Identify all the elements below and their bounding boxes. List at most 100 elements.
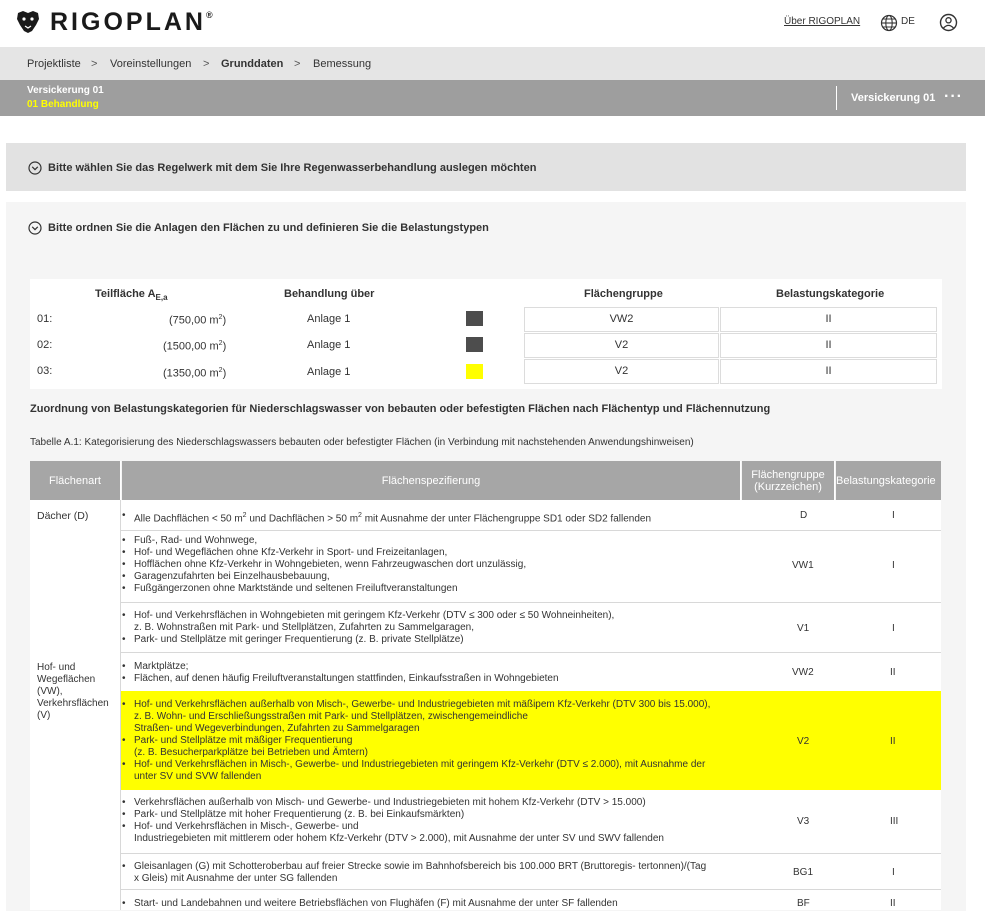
list-item: Fußgängerzonen ohne Marktstände und selt… bbox=[122, 583, 742, 595]
flaechenart-label: Dächer (D) bbox=[37, 510, 89, 522]
anlage-label[interactable]: Anlage 1 bbox=[307, 366, 350, 378]
app-header: RIGOPLAN® Über RIGOPLAN DE bbox=[0, 0, 985, 47]
list-item: Hof- und Verkehrsflächen in Wohngebieten… bbox=[122, 610, 742, 622]
list-item: Hof- und Verkehrsflächen außerhalb von M… bbox=[122, 699, 742, 711]
collapse-chevron-icon[interactable] bbox=[28, 161, 42, 175]
row-number: 03: bbox=[37, 365, 53, 377]
breadcrumb-projektliste[interactable]: Projektliste bbox=[27, 58, 81, 70]
gruppe-cell: V2 bbox=[797, 736, 810, 747]
kategorie-cell: I bbox=[892, 867, 895, 878]
list-item: Industriegebieten mit mittlerem oder hoh… bbox=[134, 833, 664, 844]
brand-logo[interactable]: RIGOPLAN® bbox=[50, 8, 213, 37]
gruppe-cell: VW2 bbox=[792, 667, 814, 678]
list-item: Hofflächen ohne Kfz-Verkehr in Wohngebie… bbox=[122, 559, 742, 571]
project-title-bar: Versickerung 01 01 Behandlung Versickeru… bbox=[0, 80, 985, 116]
column-header-belastungskategorie: Belastungskategorie bbox=[776, 288, 885, 300]
column-header-teilflaeche: Teilfläche AE,a bbox=[95, 288, 168, 303]
flaechengruppe-field[interactable]: VW2 bbox=[524, 307, 719, 332]
row-number: 02: bbox=[37, 339, 53, 351]
kategorie-cell: II bbox=[890, 898, 896, 909]
list-item: Hof- und Wegeflächen ohne Kfz-Verkehr in… bbox=[122, 547, 742, 559]
row-divider bbox=[121, 853, 941, 854]
list-item: z. B. Wohn- und Erschließungsstraßen mit… bbox=[134, 711, 528, 722]
kategorie-cell: I bbox=[892, 623, 895, 634]
belastungskategorie-field[interactable]: II bbox=[720, 359, 937, 384]
column-header-spezifizierung: Flächenspezifierung bbox=[122, 461, 740, 500]
title-divider bbox=[836, 86, 837, 110]
list-item: Garagenzufahrten bei Einzelhausbebauung, bbox=[122, 571, 742, 583]
list-item: Marktplätze; bbox=[122, 661, 742, 673]
color-swatch bbox=[466, 311, 483, 326]
color-swatch bbox=[466, 337, 483, 352]
list-item: x Gleis) mit Ausnahme der unter SG falle… bbox=[134, 873, 338, 884]
gruppe-cell: D bbox=[800, 510, 808, 521]
breadcrumb-bemessung[interactable]: Bemessung bbox=[313, 58, 371, 70]
belastungskategorie-field[interactable]: II bbox=[720, 307, 937, 332]
color-swatch bbox=[466, 364, 483, 379]
column-header-belastungskategorie: Belastungskategorie bbox=[836, 461, 941, 500]
row-divider bbox=[121, 530, 941, 531]
list-item: (z. B. Besucherparkplätze bei Betrieben … bbox=[134, 747, 369, 758]
breadcrumb-separator: > bbox=[294, 58, 301, 70]
collapse-chevron-icon[interactable] bbox=[28, 221, 42, 235]
project-selector[interactable]: Versickerung 01 bbox=[851, 92, 935, 104]
project-subtitle: 01 Behandlung bbox=[27, 99, 99, 110]
column-header-flaechengruppe: Flächengruppe (Kurzzeichen) bbox=[742, 461, 834, 500]
breadcrumb-separator: > bbox=[203, 58, 210, 70]
list-item: Gleisanlagen (G) mit Schotteroberbau auf… bbox=[122, 861, 752, 873]
flaechenart-label: Hof- und Wegeflächen (VW), Verkehrsfläch… bbox=[37, 662, 109, 721]
breadcrumb-grunddaten[interactable]: Grunddaten bbox=[221, 58, 283, 70]
globe-icon[interactable] bbox=[880, 14, 898, 32]
assignment-table: Teilfläche AE,a Behandlung über Flächeng… bbox=[30, 279, 942, 389]
list-item: Flächen, auf denen häufig Freiluftverans… bbox=[122, 673, 742, 685]
section-title: Bitte wählen Sie das Regelwerk mit dem S… bbox=[48, 162, 537, 174]
more-options-icon[interactable]: ··· bbox=[944, 88, 963, 106]
list-item: Park- und Stellplätze mit geringer Frequ… bbox=[122, 634, 742, 646]
user-account-icon[interactable] bbox=[939, 13, 958, 32]
gruppe-cell: V1 bbox=[797, 623, 810, 634]
anlage-label[interactable]: Anlage 1 bbox=[307, 313, 350, 325]
language-selector[interactable]: DE bbox=[901, 16, 915, 27]
list-item: Park- und Stellplätze mit hoher Frequent… bbox=[122, 809, 742, 821]
breadcrumb-separator: > bbox=[91, 58, 98, 70]
row-number: 01: bbox=[37, 313, 53, 325]
kategorie-cell: III bbox=[890, 816, 899, 827]
row-divider bbox=[121, 602, 941, 603]
about-link[interactable]: Über RIGOPLAN bbox=[784, 16, 860, 27]
list-item: Hof- und Verkehrsflächen in Misch-, Gewe… bbox=[122, 821, 742, 833]
breadcrumb: Projektliste > Voreinstellungen > Grundd… bbox=[0, 47, 985, 80]
belastungskategorie-field[interactable]: II bbox=[720, 333, 937, 358]
flaechengruppe-field[interactable]: V2 bbox=[524, 359, 719, 384]
gruppe-cell: VW1 bbox=[792, 560, 814, 571]
project-title: Versickerung 01 bbox=[27, 85, 104, 96]
area-value: (750,00 m2) bbox=[169, 314, 227, 327]
table-row: Alle Dachflächen < 50 m2 und Dachflächen… bbox=[122, 510, 742, 525]
table-caption: Tabelle A.1: Kategorisierung des Nieders… bbox=[30, 437, 694, 448]
list-item: Hof- und Verkehrsflächen in Misch-, Gewe… bbox=[122, 759, 742, 771]
flaechengruppe-field[interactable]: V2 bbox=[524, 333, 719, 358]
table-row: Gleisanlagen (G) mit Schotteroberbau auf… bbox=[122, 861, 752, 885]
table-row: Marktplätze; Flächen, auf denen häufig F… bbox=[122, 661, 742, 685]
column-divider bbox=[740, 461, 741, 500]
list-item: unter SV und SVW fallenden bbox=[134, 771, 262, 782]
row-divider bbox=[121, 652, 941, 653]
list-item: Fuß-, Rad- und Wohnwege, bbox=[122, 535, 742, 547]
table-row: Hof- und Verkehrsflächen in Wohngebieten… bbox=[122, 610, 742, 646]
list-item: Start- und Landebahnen und weitere Betri… bbox=[122, 898, 742, 910]
breadcrumb-voreinstellungen[interactable]: Voreinstellungen bbox=[110, 58, 191, 70]
zuordnung-heading: Zuordnung von Belastungskategorien für N… bbox=[30, 403, 771, 415]
gruppe-cell: BG1 bbox=[793, 867, 814, 878]
kategorie-cell: II bbox=[890, 667, 896, 678]
list-item: Straßen- und Wegeverbindungen, Zufahrten… bbox=[134, 723, 420, 734]
kategorie-cell: I bbox=[892, 510, 895, 521]
table-row: Start- und Landebahnen und weitere Betri… bbox=[122, 898, 742, 910]
column-divider bbox=[120, 461, 121, 500]
regelwerk-section[interactable]: Bitte wählen Sie das Regelwerk mit dem S… bbox=[6, 143, 966, 191]
column-divider bbox=[120, 500, 121, 910]
anlage-label[interactable]: Anlage 1 bbox=[307, 339, 350, 351]
column-header-flaechengruppe: Flächengruppe bbox=[584, 288, 663, 300]
kategorie-cell: I bbox=[892, 560, 895, 571]
list-item: z. B. Wohnstraßen mit Park- und Stellplä… bbox=[134, 622, 474, 633]
table-row: Fuß-, Rad- und Wohnwege, Hof- und Wegefl… bbox=[122, 535, 742, 595]
panther-logo-icon[interactable] bbox=[15, 9, 41, 35]
